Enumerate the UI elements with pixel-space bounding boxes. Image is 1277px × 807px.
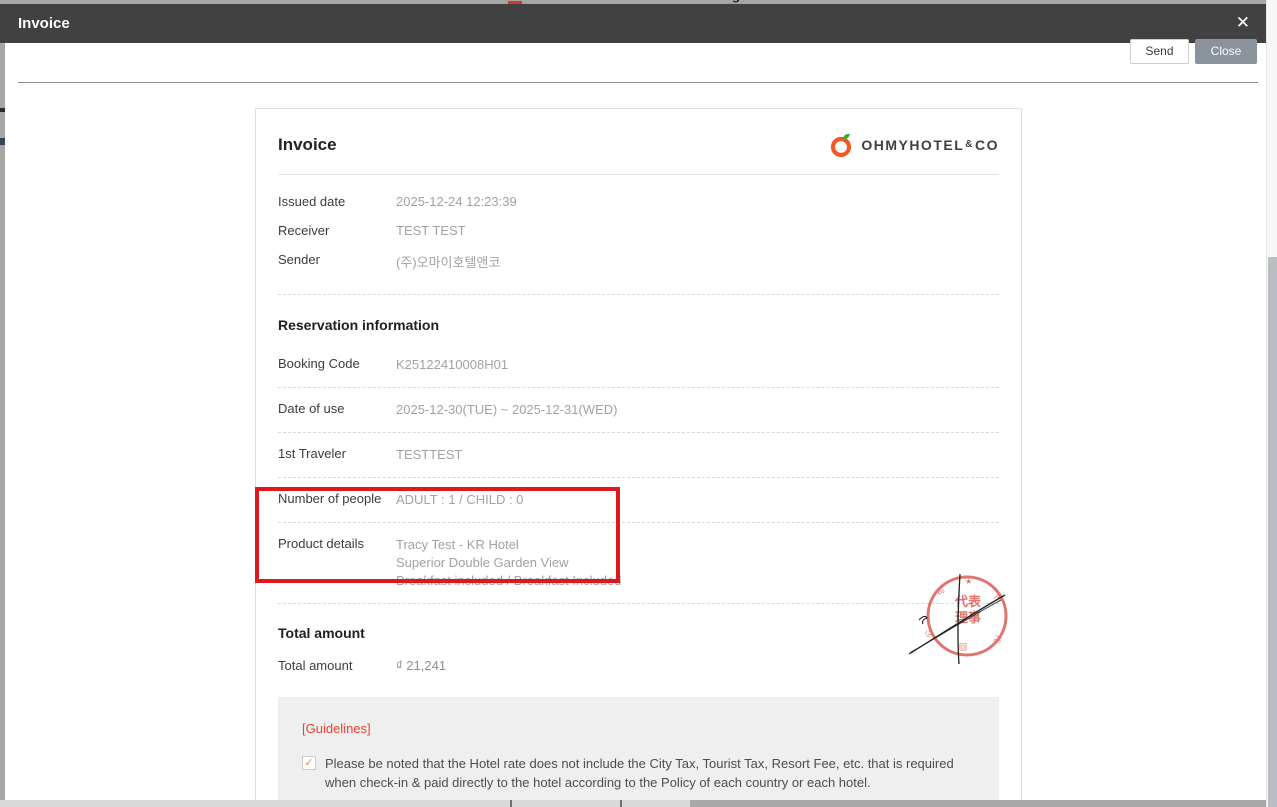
modal-header: Invoice ✕ <box>0 4 1266 43</box>
brand-logo: OHMYHOTEL & CO <box>829 131 999 158</box>
sender-row: Sender (주)오마이호텔앤코 <box>278 245 999 278</box>
receiver-label: Receiver <box>278 223 330 238</box>
receiver-row: Receiver TEST TEST <box>278 216 999 245</box>
toolbar-divider <box>18 82 1258 83</box>
number-of-people-label: Number of people <box>278 491 382 506</box>
date-of-use-value: 2025-12-30(TUE) ~ 2025-12-31(WED) <box>396 402 618 417</box>
receiver-value: TEST TEST <box>396 223 466 238</box>
background-table-divider <box>510 800 512 807</box>
number-of-people-value: ADULT : 1 / CHILD : 0 <box>396 492 524 507</box>
product-hotel-name: Tracy Test - KR Hotel <box>396 537 519 552</box>
total-amount-label: Total amount <box>278 658 353 673</box>
guideline-text: Please be noted that the Hotel rate does… <box>325 756 954 790</box>
scrollbar-thumb[interactable] <box>1268 257 1277 807</box>
product-details-label: Product details <box>278 536 364 551</box>
invoice-card: Invoice OHMYHOTEL & CO Issued date 2025-12… <box>255 108 1022 807</box>
sender-value: (주)오마이호텔앤코 <box>396 255 501 270</box>
booking-code-row: Booking Code K25122410008H01 <box>278 343 999 388</box>
background-table-segment <box>690 800 1266 807</box>
send-button[interactable]: Send <box>1130 39 1189 64</box>
product-details-row: Product details Tracy Test - KR Hotel Su… <box>278 523 999 604</box>
invoice-header-row: Invoice OHMYHOTEL & CO <box>278 109 999 158</box>
guidelines-box: [Guidelines] ✓ Please be noted that the … <box>278 697 999 807</box>
reservation-section-heading: Reservation information <box>278 317 440 333</box>
date-of-use-label: Date of use <box>278 401 345 416</box>
guideline-item: ✓ Please be noted that the Hotel rate do… <box>302 754 975 792</box>
issued-date-row: Issued date 2025-12-24 12:23:39 <box>278 187 999 216</box>
background-page-bottom-sliver <box>0 800 1266 807</box>
background-text-fragment <box>0 138 5 145</box>
background-text-fragment <box>0 108 5 112</box>
issued-date-label: Issued date <box>278 194 346 209</box>
close-button[interactable]: Close <box>1195 39 1257 64</box>
vertical-scrollbar[interactable] <box>1266 0 1277 807</box>
section-divider <box>278 294 999 295</box>
background-page-left-sliver <box>0 4 5 800</box>
svg-text:司: 司 <box>935 585 947 597</box>
total-amount-value: ₫ 21,241 <box>396 658 447 673</box>
modal-title: Invoice <box>18 15 70 32</box>
checkbox-checked-icon[interactable]: ✓ <box>302 756 316 770</box>
total-section-heading: Total amount <box>278 625 365 641</box>
guidelines-heading: [Guidelines] <box>302 721 371 736</box>
first-traveler-label: 1st Traveler <box>278 446 346 461</box>
brand-name: OHMYHOTEL & CO <box>861 137 999 153</box>
first-traveler-row: 1st Traveler TESTTEST <box>278 433 999 478</box>
background-table-divider <box>620 800 622 807</box>
svg-text:★: ★ <box>965 577 972 586</box>
brand-ampersand: & <box>965 139 974 150</box>
invoice-meta-section: Issued date 2025-12-24 12:23:39 Receiver… <box>278 175 999 294</box>
booking-code-value: K25122410008H01 <box>396 357 509 372</box>
booking-code-label: Booking Code <box>278 356 360 371</box>
product-room-type: Superior Double Garden View <box>396 555 569 570</box>
number-of-people-row: Number of people ADULT : 1 / CHILD : 0 <box>278 478 999 523</box>
sender-label: Sender <box>278 252 320 267</box>
product-details-value: Tracy Test - KR Hotel Superior Double Ga… <box>396 536 621 590</box>
brand-part1: OHMYHOTEL <box>861 136 965 153</box>
svg-text:回: 回 <box>959 642 967 651</box>
issued-date-value: 2025-12-24 12:23:39 <box>396 194 517 209</box>
date-of-use-row: Date of use 2025-12-30(TUE) ~ 2025-12-31… <box>278 388 999 433</box>
reservation-rows: Booking Code K25122410008H01 Date of use… <box>278 343 999 604</box>
close-icon[interactable]: ✕ <box>1236 13 1250 33</box>
orange-fruit-icon <box>831 133 852 158</box>
brand-part2: CO <box>975 136 999 153</box>
product-meal-plan: Breakfast included / Breakfast Included <box>396 573 622 588</box>
invoice-title: Invoice <box>278 134 337 154</box>
first-traveler-value: TESTTEST <box>396 447 463 462</box>
company-seal-stamp: 代表 理事 ★ 司 市 公 代 回 <box>908 573 1008 665</box>
total-amount-row: Total amount ₫ 21,241 <box>278 658 999 673</box>
